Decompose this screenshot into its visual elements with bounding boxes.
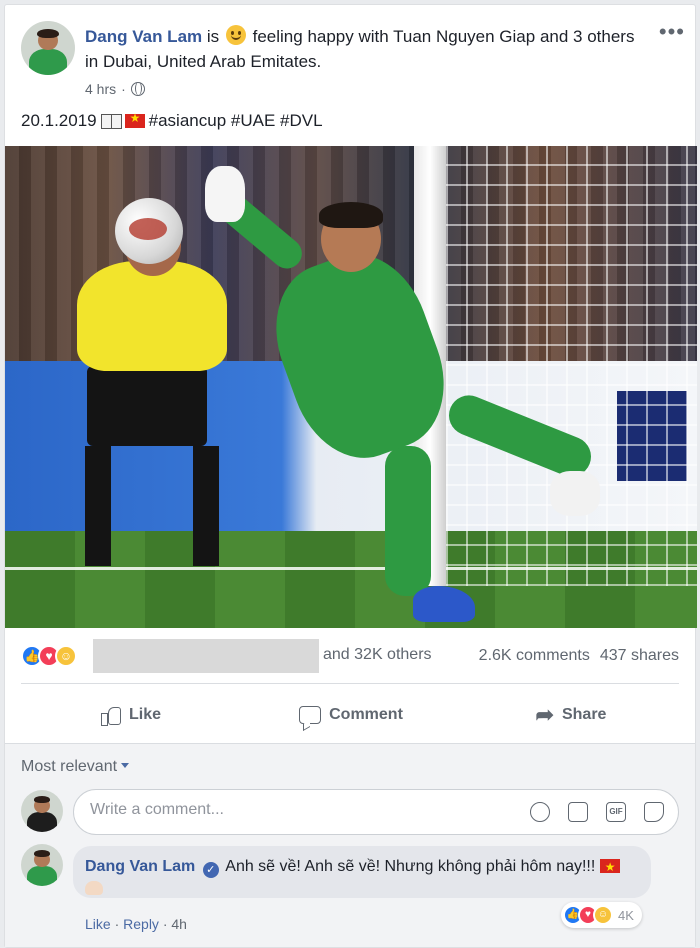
smile-emoji-icon [225, 25, 246, 45]
thumbs-up-icon [100, 705, 121, 726]
share-arrow-icon: ➦ [535, 702, 554, 727]
comment-reactions[interactable]: 👍 ♥ ☺ 4K [561, 902, 642, 928]
photo-referee [77, 261, 227, 371]
reactions-others-text[interactable]: and 32K others [323, 646, 432, 664]
post-date-text: 20.1.2019 [21, 111, 97, 130]
author-name[interactable]: Dang Van Lam [85, 27, 202, 46]
tagged-friend[interactable]: Tuan Nguyen Giap [393, 27, 535, 46]
share-button[interactable]: ➦ Share [461, 693, 681, 737]
post-time[interactable]: 4 hrs [85, 81, 116, 97]
post-hashtags[interactable]: #asiancup #UAE #DVL [149, 111, 323, 131]
comment-composer[interactable]: GIF [73, 789, 679, 835]
comment-like-link[interactable]: Like [85, 916, 111, 932]
comment-icon [299, 706, 322, 724]
post-location[interactable]: Dubai, United Arab Emitates. [103, 52, 321, 71]
post-header-text: Dang Van Lam is feeling happy with Tuan … [85, 25, 635, 71]
book-emoji-icon [100, 114, 122, 129]
emoji-icon[interactable] [530, 802, 550, 822]
muscle-emoji-icon [85, 881, 103, 895]
author-avatar[interactable] [21, 21, 75, 75]
vietnam-flag-icon [599, 856, 620, 878]
comment-reply-link[interactable]: Reply [123, 916, 159, 932]
like-button[interactable]: Like [21, 693, 241, 737]
current-user-avatar[interactable] [21, 790, 63, 832]
comment-author-name[interactable]: Dang Van Lam [85, 858, 195, 875]
comment-button[interactable]: Comment [241, 693, 461, 737]
haha-reaction-icon: ☺ [593, 905, 613, 925]
photo-goal-net [446, 146, 697, 586]
sticker-icon[interactable] [644, 802, 664, 822]
photo-ball [115, 198, 183, 264]
comment-text: Anh sẽ về! Anh sẽ về! Nhưng không phải h… [225, 858, 596, 875]
reaction-icons[interactable]: 👍 ♥ ☺ [21, 645, 77, 667]
comment-bubble: Dang Van Lam ✓ Anh sẽ về! Anh sẽ về! Như… [73, 846, 651, 898]
comment-reaction-count: 4K [618, 907, 634, 923]
comment-actions: Like · Reply · 4h [85, 916, 187, 932]
comment-time[interactable]: 4h [171, 916, 187, 932]
comments-count[interactable]: 2.6K comments [479, 647, 590, 665]
post-text: 20.1.2019 #asiancup #UAE #DVL [21, 111, 323, 131]
vietnam-flag-icon [124, 111, 145, 128]
composer-icons: GIF [530, 802, 664, 822]
comment-sort-dropdown[interactable]: Most relevant [21, 758, 130, 776]
post-meta: 4 hrs · [85, 81, 145, 97]
camera-icon[interactable] [568, 802, 588, 822]
post-card: Dang Van Lam is feeling happy with Tuan … [4, 4, 697, 948]
verified-badge-icon: ✓ [202, 862, 219, 878]
gif-icon[interactable]: GIF [606, 802, 626, 822]
haha-reaction-icon: ☺ [55, 645, 77, 667]
tagged-others[interactable]: and 3 others [540, 27, 635, 46]
shares-count[interactable]: 437 shares [600, 647, 679, 665]
comments-section: Most relevant GIF Dang Van Lam ✓ Anh sẽ … [5, 743, 695, 947]
caret-down-icon [121, 763, 130, 768]
post-photo[interactable] [5, 146, 697, 628]
comment-author-avatar[interactable] [21, 844, 63, 886]
redacted-names [93, 639, 319, 673]
divider [21, 683, 679, 684]
comment-input[interactable] [90, 801, 510, 819]
more-options-icon[interactable]: ••• [659, 21, 685, 43]
post-counts: 2.6K comments 437 shares [479, 647, 679, 665]
post-actions: Like Comment ➦ Share [21, 693, 681, 737]
globe-icon[interactable] [130, 82, 145, 96]
